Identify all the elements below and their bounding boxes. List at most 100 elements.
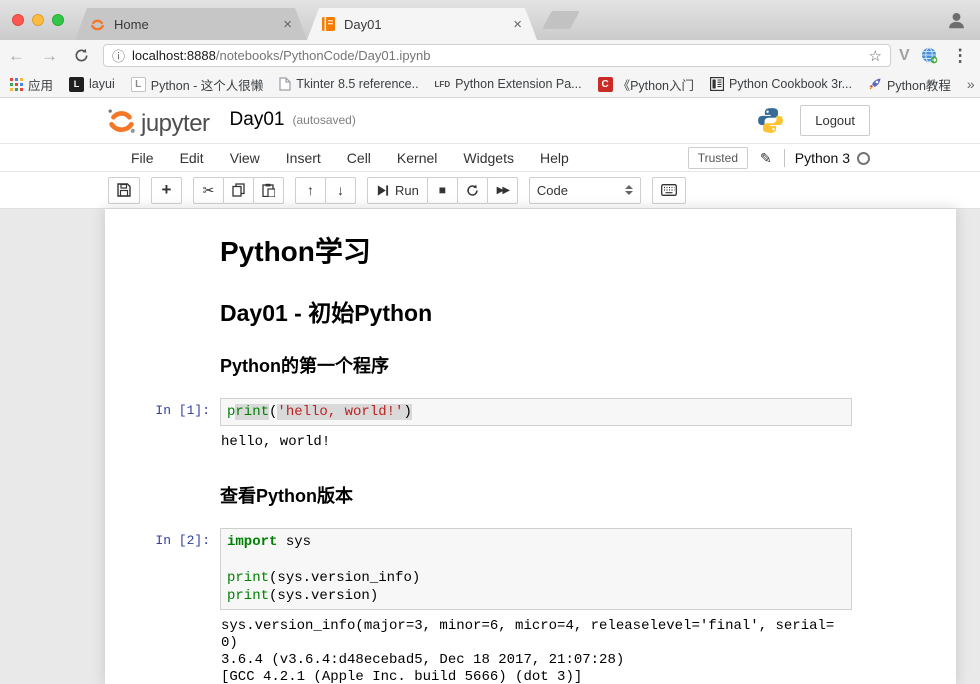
markdown-heading-3[interactable]: Python的第一个程序 [220, 352, 956, 378]
code-token-selected: rint [235, 404, 269, 420]
menu-help[interactable]: Help [527, 150, 582, 166]
restart-icon [466, 184, 479, 197]
menu-widgets[interactable]: Widgets [450, 150, 527, 166]
move-cell-down-button[interactable]: ↓ [325, 177, 356, 204]
tab-day01[interactable]: Day01 × [307, 8, 537, 40]
tab-close-icon[interactable]: × [510, 16, 525, 33]
extension-v-icon[interactable]: V [891, 47, 917, 65]
copy-icon [232, 183, 245, 197]
window-close-button[interactable] [12, 14, 24, 26]
move-cell-up-button[interactable]: ↑ [295, 177, 326, 204]
menu-insert[interactable]: Insert [273, 150, 334, 166]
bookmark-star-icon[interactable]: ☆ [869, 47, 882, 65]
book-cover-icon [710, 77, 724, 91]
bookmark-apps[interactable]: 应用 [10, 75, 53, 94]
window-zoom-button[interactable] [52, 14, 64, 26]
add-cell-button[interactable]: + [151, 177, 182, 204]
code-builtin: print [227, 588, 269, 604]
jupyter-logo-icon [105, 104, 137, 138]
trusted-button[interactable]: Trusted [688, 147, 748, 169]
reload-button[interactable] [66, 48, 97, 63]
bookmark-label: Python Cookbook 3r... [729, 77, 852, 91]
code-keyword: import [227, 534, 277, 550]
python-logo-icon [757, 107, 784, 134]
select-caret-icon [625, 185, 633, 195]
jupyter-header: jupyter Day01 (autosaved) Logout [0, 98, 980, 144]
kernel-idle-icon [857, 152, 870, 165]
new-tab-button[interactable] [542, 11, 580, 29]
bookmark-cookbook[interactable]: Python Cookbook 3r... [710, 77, 852, 91]
bookmark-label: Python Extension Pa... [455, 77, 581, 91]
logout-button[interactable]: Logout [800, 105, 870, 136]
run-cell-button[interactable]: Run [367, 177, 428, 204]
bookmark-python-tutorial[interactable]: Python教程 [868, 75, 951, 94]
code-token-selected: ) [403, 404, 411, 420]
tab-close-icon[interactable]: × [280, 16, 295, 33]
browser-window: { "browser": { "tabs": [ { "label": "Hom… [0, 0, 980, 684]
forward-button[interactable]: → [33, 47, 66, 64]
markdown-heading-4[interactable]: 查看Python版本 [220, 482, 956, 508]
url-path: /notebooks/PythonCode/Day01.ipynb [216, 48, 431, 63]
tab-strip: Home × Day01 × [0, 0, 980, 40]
notebook-container: Python学习 Day01 - 初始Python Python的第一个程序 I… [105, 209, 956, 684]
profile-icon[interactable] [947, 11, 966, 30]
save-button[interactable] [108, 177, 140, 204]
browser-toolbar: ← → ⓘ localhost:8888 /notebooks/PythonCo… [0, 40, 980, 71]
markdown-heading-2[interactable]: Day01 - 初始Python [220, 294, 956, 328]
address-bar[interactable]: ⓘ localhost:8888 /notebooks/PythonCode/D… [103, 44, 891, 67]
restart-run-all-button[interactable]: ▶▶ [487, 177, 518, 204]
divider [784, 149, 785, 167]
bookmark-python-intro[interactable]: C 《Python入门 [598, 75, 694, 94]
page-icon [279, 77, 291, 91]
markdown-heading-1[interactable]: Python学习 [220, 230, 956, 270]
page-info-icon[interactable]: ⓘ [112, 46, 125, 65]
interrupt-kernel-button[interactable]: ■ [427, 177, 458, 204]
bookmark-label: Tkinter 8.5 reference.. [296, 77, 418, 91]
back-button[interactable]: ← [0, 47, 33, 64]
code-input[interactable]: print('hello, world!') [220, 398, 852, 426]
window-minimize-button[interactable] [32, 14, 44, 26]
bookmark-python-lazy[interactable]: L Python - 这个人很懒 [131, 75, 264, 94]
copy-cell-button[interactable] [223, 177, 254, 204]
menu-edit[interactable]: Edit [167, 150, 217, 166]
rocket-icon [868, 77, 882, 91]
tab-home[interactable]: Home × [75, 8, 307, 40]
bookmarks-bar: 应用 L layui L Python - 这个人很懒 Tkinter 8.5 … [0, 71, 980, 98]
bookmark-label: 《Python入门 [618, 75, 694, 94]
command-palette-button[interactable] [652, 177, 686, 204]
cell-2-output: sys.version_info(major=3, minor=6, micro… [220, 616, 856, 684]
jupyter-brand[interactable]: jupyter [105, 104, 210, 138]
bookmark-label: 应用 [28, 75, 53, 94]
cell-type-select[interactable]: Code [529, 177, 641, 204]
cell-type-value: Code [537, 183, 568, 198]
bookmark-python-extension[interactable]: LFD Python Extension Pa... [435, 77, 582, 91]
chrome-menu-icon[interactable]: ⋮ [942, 46, 979, 66]
code-string-selected: 'hello, world!' [277, 404, 403, 420]
paste-cell-button[interactable] [253, 177, 284, 204]
bookmark-tkinter[interactable]: Tkinter 8.5 reference.. [279, 77, 418, 91]
menu-view[interactable]: View [217, 150, 273, 166]
menu-file[interactable]: File [118, 150, 167, 166]
restart-kernel-button[interactable] [457, 177, 488, 204]
tab-title: Day01 [344, 17, 502, 32]
keyboard-icon [661, 184, 677, 196]
bookmarks-overflow-chevron[interactable]: » [967, 76, 979, 92]
paste-icon [262, 183, 275, 197]
code-cell-2[interactable]: In [2]: import sysprint(sys.version_info… [105, 528, 956, 610]
cut-cell-button[interactable]: ✂ [193, 177, 224, 204]
code-input[interactable]: import sysprint(sys.version_info)print(s… [220, 528, 852, 610]
floppy-icon [117, 183, 131, 197]
cell-1-output: hello, world! [220, 432, 856, 452]
bookmark-layui[interactable]: L layui [69, 77, 115, 92]
bookmark-label: layui [89, 77, 115, 91]
menu-kernel[interactable]: Kernel [384, 150, 450, 166]
menu-cell[interactable]: Cell [334, 150, 384, 166]
extension-globe-icon[interactable] [917, 47, 942, 64]
code-cell-1[interactable]: In [1]: print('hello, world!') [105, 398, 956, 426]
jupyter-brand-text: jupyter [141, 112, 210, 138]
layui-icon: L [69, 77, 84, 92]
letter-c-icon: C [598, 77, 613, 92]
run-label: Run [395, 183, 419, 198]
pencil-icon[interactable]: ✎ [760, 150, 772, 167]
notebook-title[interactable]: Day01 [230, 109, 285, 133]
